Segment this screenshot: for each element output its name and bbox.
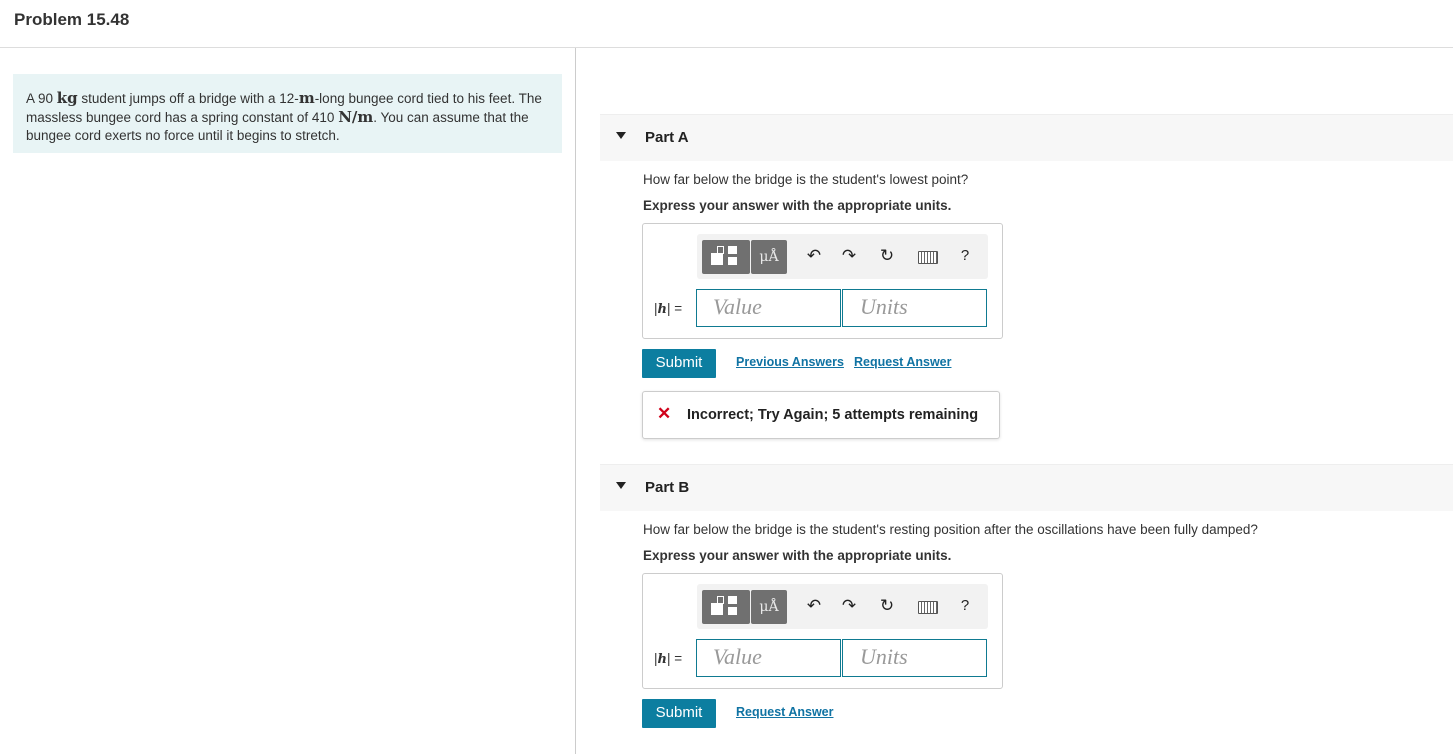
value-input[interactable]: Value [696,639,841,677]
part-b-label: Part B [645,479,690,496]
units-icon[interactable]: μÅ [751,590,787,624]
templates-icon[interactable] [702,240,750,274]
part-b-submit-button[interactable]: Submit [642,699,716,728]
unit-kg: kg [56,89,78,107]
problem-header: Problem 15.48 [0,0,1453,48]
part-a-instruction: Express your answer with the appropriate… [643,198,952,213]
collapse-caret-icon[interactable] [616,132,626,139]
undo-icon[interactable]: ↶ [802,244,826,268]
part-a-request-answer-link[interactable]: Request Answer [854,355,951,369]
help-icon[interactable]: ? [954,244,976,268]
templates-icon[interactable] [702,590,750,624]
undo-icon[interactable]: ↶ [802,594,826,618]
problem-statement: A 90 kg student jumps off a bridge with … [13,74,562,153]
unit-n-per-m: N/m [338,108,374,126]
variable-label: |h| = [654,651,683,667]
unit-m: m [298,89,315,107]
math-toolbar: μÅ ↶ ↷ ↻ ? [697,234,988,279]
help-icon[interactable]: ? [954,594,976,618]
previous-answers-link[interactable]: Previous Answers [736,355,844,369]
keyboard-icon[interactable] [918,251,938,264]
part-a-label: Part A [645,129,689,146]
value-input[interactable]: Value [696,289,841,327]
part-b-question: How far below the bridge is the student'… [643,522,1258,537]
part-b-answer-box: μÅ ↶ ↷ ↻ ? |h| = Value Units [642,573,1003,689]
units-input[interactable]: Units [842,289,987,327]
feedback-message: ✕ Incorrect; Try Again; 5 attempts remai… [642,391,1000,439]
keyboard-icon[interactable] [918,601,938,614]
part-a-question: How far below the bridge is the student'… [643,172,969,187]
redo-icon[interactable]: ↷ [837,244,861,268]
column-divider [575,48,576,754]
collapse-caret-icon[interactable] [616,482,626,489]
variable-label: |h| = [654,301,683,317]
part-b-request-answer-link[interactable]: Request Answer [736,705,833,719]
problem-text: A 90 [26,91,57,106]
reset-icon[interactable]: ↻ [875,594,899,618]
problem-text: student jumps off a bridge with a 12- [77,91,299,106]
x-icon: ✕ [657,404,672,423]
reset-icon[interactable]: ↻ [875,244,899,268]
problem-title: Problem 15.48 [14,10,130,29]
part-a-submit-button[interactable]: Submit [642,349,716,378]
feedback-text: Incorrect; Try Again; 5 attempts remaini… [687,407,979,423]
part-b-header[interactable]: Part B [600,464,1453,511]
part-b-instruction: Express your answer with the appropriate… [643,548,952,563]
redo-icon[interactable]: ↷ [837,594,861,618]
part-a-header[interactable]: Part A [600,114,1453,161]
units-icon[interactable]: μÅ [751,240,787,274]
part-a-answer-box: μÅ ↶ ↷ ↻ ? |h| = Value Units [642,223,1003,339]
math-toolbar: μÅ ↶ ↷ ↻ ? [697,584,988,629]
units-input[interactable]: Units [842,639,987,677]
